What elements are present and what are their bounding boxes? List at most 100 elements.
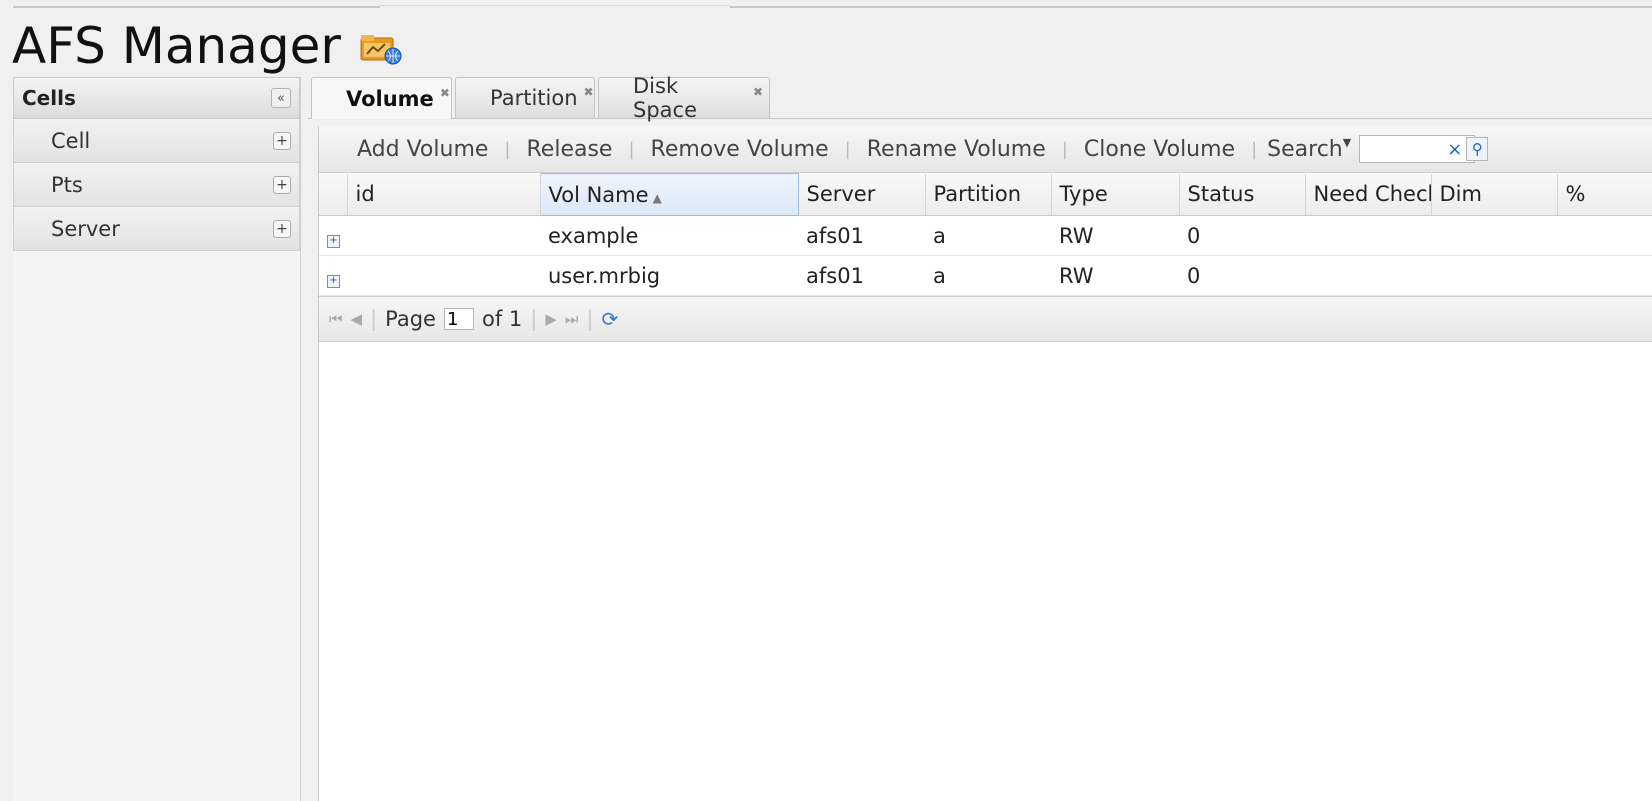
sidebar-title: Cells xyxy=(22,86,76,110)
prev-page-icon[interactable]: ◀ xyxy=(351,310,363,328)
cell-vol-name: user.mrbig xyxy=(540,255,798,296)
refresh-icon[interactable]: ⟳ xyxy=(601,307,618,331)
chevron-down-icon: ▼ xyxy=(1342,135,1352,149)
toolbar-separator: | xyxy=(844,138,851,160)
sidebar-item-cell[interactable]: Cell + xyxy=(13,119,300,163)
last-page-icon[interactable]: ⏭ xyxy=(565,310,579,328)
toolbar-separator: | xyxy=(586,307,594,331)
cell-need-check xyxy=(1305,255,1431,296)
cell-dim xyxy=(1431,215,1557,256)
cell-need-check xyxy=(1305,215,1431,256)
column-header-label: Status xyxy=(1187,182,1255,207)
column-header-id[interactable]: id xyxy=(347,173,541,216)
close-icon[interactable]: ✖ xyxy=(753,85,763,99)
cell-partition: a xyxy=(925,255,1051,296)
column-header-expander xyxy=(319,173,348,216)
column-header-partition[interactable]: Partition xyxy=(925,173,1052,216)
row-expander-cell: + xyxy=(319,255,347,296)
sidebar-item-label: Cell xyxy=(51,128,91,153)
clear-search-icon[interactable]: × xyxy=(1447,139,1462,160)
remove-volume-button[interactable]: Remove Volume xyxy=(641,137,839,162)
cell-vol-name: example xyxy=(540,215,798,256)
cell-status: 0 xyxy=(1179,215,1305,256)
close-icon[interactable]: ✖ xyxy=(440,86,450,100)
page-number-input[interactable] xyxy=(443,308,474,330)
sidebar-header: Cells « xyxy=(13,77,300,119)
clone-volume-button[interactable]: Clone Volume xyxy=(1074,137,1245,162)
column-header-label: Type xyxy=(1059,182,1108,207)
column-header-status[interactable]: Status xyxy=(1179,173,1306,216)
tab-label: Disk Space xyxy=(633,74,697,122)
column-header-need-check[interactable]: Need Check xyxy=(1305,173,1432,216)
next-page-icon[interactable]: ▶ xyxy=(545,310,557,328)
tab-volume[interactable]: Volume ✖ xyxy=(311,77,452,119)
sidebar-item-label: Pts xyxy=(51,172,83,197)
column-header-label: id xyxy=(355,182,375,207)
first-page-icon[interactable]: ⏮ xyxy=(329,310,343,328)
column-header-dim[interactable]: Dim xyxy=(1431,173,1558,216)
cell-server: afs01 xyxy=(798,255,925,296)
cell-partition: a xyxy=(925,215,1051,256)
expand-row-icon[interactable]: + xyxy=(327,274,340,288)
page-label: Page xyxy=(385,307,436,331)
tab-strip: Volume ✖ Partition ✖ Disk Space ✖ xyxy=(308,74,1652,122)
app-title: AFS Manager xyxy=(12,18,405,74)
add-volume-button[interactable]: Add Volume xyxy=(347,137,498,162)
sort-asc-icon: ▲ xyxy=(652,190,662,205)
search-menu-button[interactable]: Search▼ xyxy=(1263,135,1355,162)
expand-row-icon[interactable]: + xyxy=(327,234,340,248)
rename-volume-button[interactable]: Rename Volume xyxy=(857,137,1056,162)
cell-id xyxy=(347,255,540,296)
cells-sidebar: Cells « Cell + Pts + Server + xyxy=(13,77,301,801)
cell-pct xyxy=(1557,255,1652,296)
cell-dim xyxy=(1431,255,1557,296)
sidebar-item-pts[interactable]: Pts + xyxy=(13,163,300,207)
tab-label: Partition xyxy=(490,86,578,110)
table-row[interactable]: + example afs01 a RW 0 xyxy=(319,215,1652,256)
pagination-toolbar: ⏮ ◀ | Page of 1 | ▶ ⏭ | ⟳ xyxy=(319,296,1652,342)
release-button[interactable]: Release xyxy=(517,137,623,162)
expand-plus-icon[interactable]: + xyxy=(273,175,291,194)
search-icon[interactable]: ⚲ xyxy=(1466,137,1489,161)
grid-header-row: id Vol Name ▲ Server Partition Type Statu… xyxy=(319,173,1652,216)
expand-plus-icon[interactable]: + xyxy=(273,219,291,238)
toolbar-separator: | xyxy=(1251,138,1258,160)
column-header-server[interactable]: Server xyxy=(798,173,926,216)
main-area: Volume ✖ Partition ✖ Disk Space ✖ Add Vo… xyxy=(308,74,1652,801)
cell-status: 0 xyxy=(1179,255,1305,296)
cell-pct xyxy=(1557,215,1652,256)
row-expander-cell: + xyxy=(319,215,347,256)
table-row[interactable]: + user.mrbig afs01 a RW 0 xyxy=(319,255,1652,296)
column-header-vol-name[interactable]: Vol Name ▲ xyxy=(539,173,799,216)
collapse-sidebar-icon[interactable]: « xyxy=(271,88,291,108)
tab-disk-space[interactable]: Disk Space ✖ xyxy=(598,74,770,122)
column-header-label: Vol Name xyxy=(548,182,649,207)
toolbar-separator: | xyxy=(1061,138,1068,160)
tab-label: Volume xyxy=(346,86,434,111)
column-header-label: % xyxy=(1565,182,1586,207)
tab-partition[interactable]: Partition ✖ xyxy=(455,77,595,118)
column-header-pct[interactable]: % xyxy=(1557,173,1652,216)
cell-type: RW xyxy=(1051,215,1179,256)
toolbar-separator: | xyxy=(504,138,511,160)
column-header-label: Server xyxy=(806,182,876,207)
column-header-label: Partition xyxy=(933,182,1022,207)
top-border-gap xyxy=(380,5,730,10)
page-count-label: of 1 xyxy=(481,307,523,331)
close-icon[interactable]: ✖ xyxy=(584,85,594,99)
column-header-label: Dim xyxy=(1439,182,1482,207)
toolbar-separator: | xyxy=(628,138,635,160)
folder-network-icon xyxy=(360,35,402,65)
sidebar-item-label: Server xyxy=(51,216,120,241)
cell-server: afs01 xyxy=(798,215,925,256)
volume-toolbar: Add Volume | Release | Remove Volume | R… xyxy=(319,126,1652,173)
search-label: Search xyxy=(1267,136,1343,162)
column-header-label: Need Check xyxy=(1313,182,1431,207)
column-header-type[interactable]: Type xyxy=(1051,173,1180,216)
expand-plus-icon[interactable]: + xyxy=(273,131,291,150)
top-border-line xyxy=(13,6,1652,8)
sidebar-item-server[interactable]: Server + xyxy=(13,207,300,251)
toolbar-separator: | xyxy=(370,307,378,331)
volume-panel: Add Volume | Release | Remove Volume | R… xyxy=(318,126,1652,801)
app-title-text: AFS Manager xyxy=(12,17,341,75)
